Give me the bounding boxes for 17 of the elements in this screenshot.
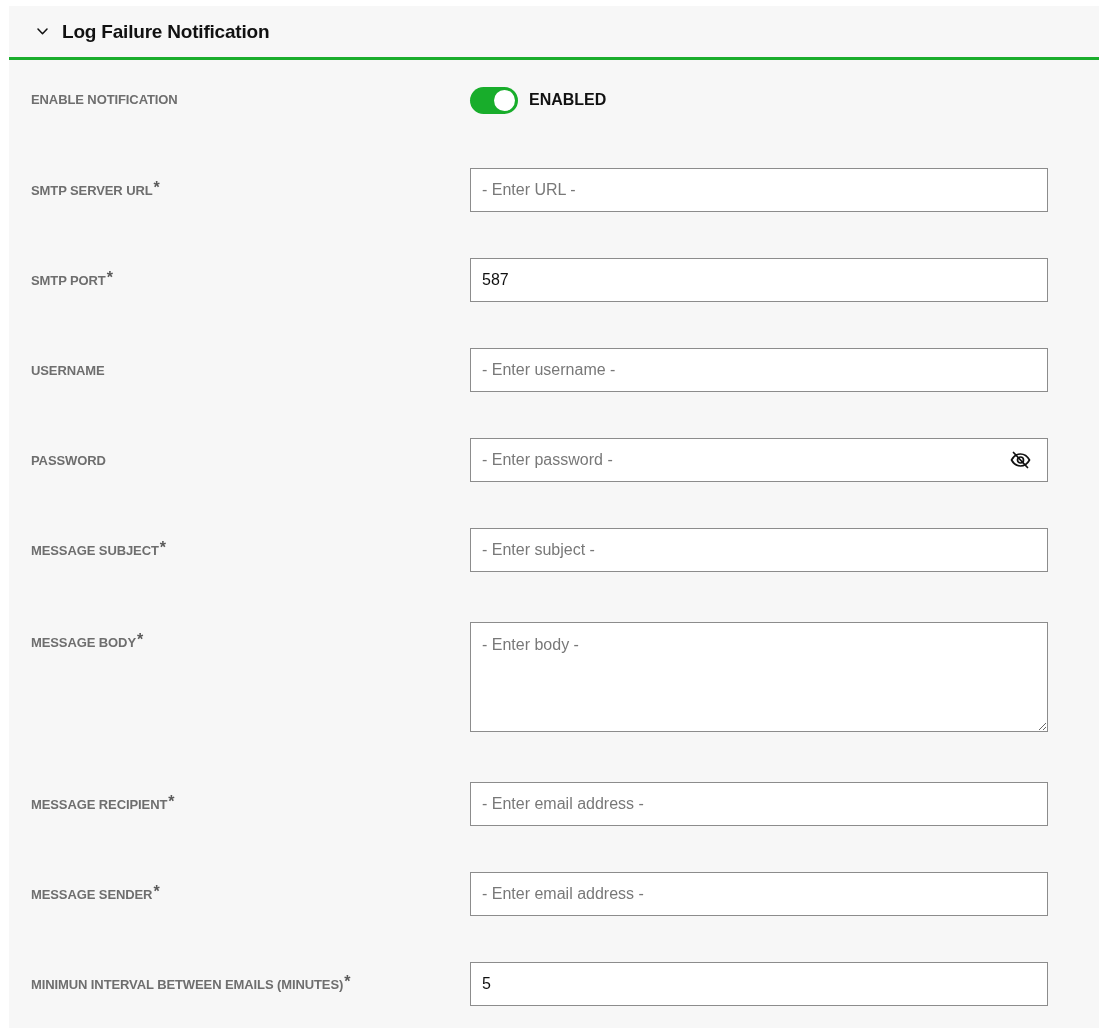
text-field[interactable]: 587: [470, 258, 1048, 302]
text-field[interactable]: - Enter username -: [470, 348, 1048, 392]
text-field[interactable]: - Enter email address -: [470, 782, 1048, 826]
chevron-down-icon[interactable]: [37, 28, 48, 35]
text-field[interactable]: 5: [470, 962, 1048, 1006]
text-field[interactable]: - Enter subject -: [470, 528, 1048, 572]
field-label: PASSWORD: [31, 452, 106, 469]
section-title: Log Failure Notification: [62, 20, 270, 43]
text-field[interactable]: - Enter URL -: [470, 168, 1048, 212]
toggle-switch[interactable]: [470, 86, 518, 114]
field-label: USERNAME: [31, 362, 105, 379]
eye-slash-icon[interactable]: [1010, 451, 1031, 469]
password-field[interactable]: - Enter password -: [470, 438, 1048, 482]
toggle-state-label: ENABLED: [529, 91, 607, 109]
text-field[interactable]: - Enter email address -: [470, 872, 1048, 916]
textarea-field[interactable]: - Enter body -: [470, 622, 1048, 732]
field-label: ENABLE NOTIFICATION: [31, 91, 178, 108]
